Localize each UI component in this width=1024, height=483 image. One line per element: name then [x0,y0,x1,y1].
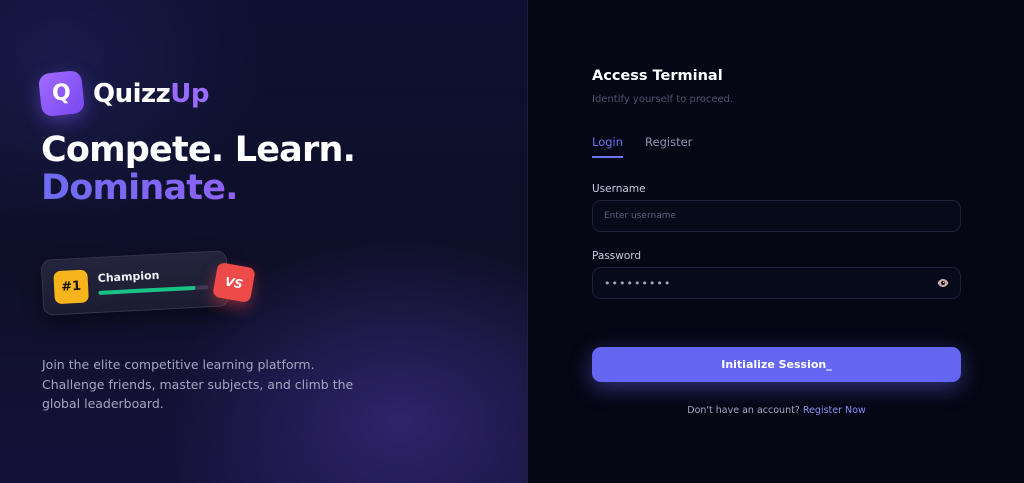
logo-badge-icon: Q [37,69,86,118]
register-prompt: Don't have an account? Register Now [592,405,961,416]
password-field-wrapper [592,267,961,299]
login-panel: Access Terminal Identify yourself to pro… [528,0,1024,483]
champion-card: #1 Champion [40,250,230,316]
tab-register[interactable]: Register [645,135,692,158]
register-prompt-text: Don't have an account? [687,405,800,416]
champion-label: Champion [97,268,160,285]
form-subtitle: Identify yourself to proceed. [592,94,734,105]
champion-progress-track [98,285,209,295]
logo-badge-letter: Q [52,81,71,107]
initialize-session-button[interactable]: Initialize Session_ [592,347,961,382]
username-label: Username [592,183,646,195]
brand-name-part1: Quizz [93,78,171,109]
username-field-wrapper [592,200,961,232]
vs-badge: VS [212,261,256,304]
password-label: Password [592,250,642,262]
brand-logo: Q QuizzUp [37,69,210,118]
hero-headline-line2: Dominate. [41,169,355,207]
champion-progress-fill [98,285,196,295]
brand-name: QuizzUp [93,78,210,109]
password-input[interactable] [604,276,937,290]
eye-icon[interactable] [937,277,949,289]
brand-name-part2: Up [170,78,210,109]
hero-headline: Compete. Learn. Dominate. [41,130,356,207]
tab-login[interactable]: Login [592,135,624,158]
username-input[interactable] [604,211,949,221]
auth-tabs: Login Register [592,135,714,158]
hero-headline-line1: Compete. Learn. [41,130,356,170]
hero-panel: Q QuizzUp Compete. Learn. Dominate. #1 C… [0,0,527,483]
rank-badge: #1 [53,269,89,305]
register-now-link[interactable]: Register Now [803,405,866,416]
hero-description: Join the elite competitive learning plat… [42,357,354,411]
form-title: Access Terminal [592,68,723,84]
